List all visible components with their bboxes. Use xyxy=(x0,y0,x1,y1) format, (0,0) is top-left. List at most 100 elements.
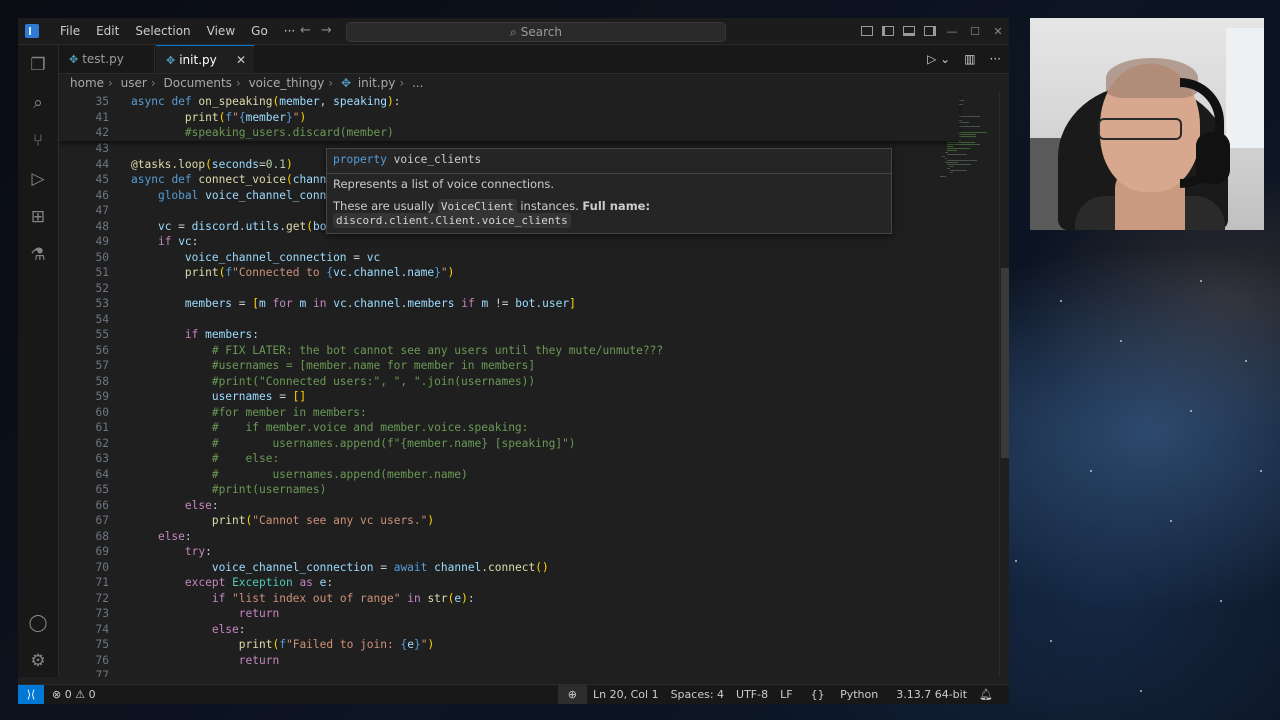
menu-file[interactable]: File xyxy=(52,18,88,44)
code-line[interactable]: 67 print("Cannot see any vc users.") xyxy=(59,513,435,529)
code-line[interactable]: 65 #print(usernames) xyxy=(59,482,327,498)
code-line[interactable]: 77 xyxy=(59,668,131,677)
remote-indicator-icon[interactable]: ⟩⟨ xyxy=(18,685,44,704)
testing-icon[interactable]: ⚗ xyxy=(28,245,48,265)
indentation[interactable]: Spaces: 4 xyxy=(665,685,730,704)
menu-view[interactable]: View xyxy=(199,18,243,44)
code-text: print(f"{member}") xyxy=(184,110,307,124)
maximize-icon[interactable]: ☐ xyxy=(968,25,982,38)
code-line[interactable]: 61 # if member.voice and member.voice.sp… xyxy=(59,420,529,436)
code-line[interactable]: 71 except Exception as e: xyxy=(59,575,334,591)
code-line[interactable]: 70 voice_channel_connection = await chan… xyxy=(59,560,549,576)
minimap-line xyxy=(940,176,946,177)
code-line[interactable]: 46 global voice_channel_connec xyxy=(59,188,340,204)
cursor-position[interactable]: Ln 20, Col 1 xyxy=(587,685,665,704)
code-line[interactable]: 56 # FIX LATER: the bot cannot see any u… xyxy=(59,343,664,359)
breadcrumb-user[interactable]: user xyxy=(121,76,147,90)
zoom-icon[interactable]: ⊕ xyxy=(557,685,588,704)
breadcrumb-symbol[interactable]: ... xyxy=(412,76,423,90)
webcam-window-light xyxy=(1226,28,1264,148)
encoding[interactable]: UTF-8 xyxy=(730,685,774,704)
run-python-file-icon[interactable]: ▷ ⌄ xyxy=(927,52,950,66)
customize-layout-icon[interactable] xyxy=(861,26,873,36)
menu-edit[interactable]: Edit xyxy=(88,18,127,44)
accounts-icon[interactable]: ◯ xyxy=(28,613,48,633)
code-line[interactable]: 57 #usernames = [member.name for member … xyxy=(59,358,536,374)
code-line[interactable]: 74 else: xyxy=(59,622,246,638)
code-line[interactable]: 53 members = [m for m in vc.channel.memb… xyxy=(59,296,576,312)
code-line[interactable]: 76 return xyxy=(59,653,280,669)
extensions-icon[interactable]: ⊞ xyxy=(28,207,48,227)
language-mode[interactable]: {} Python xyxy=(799,685,891,704)
breadcrumb-voice-thingy[interactable]: voice_thingy xyxy=(249,76,325,90)
breadcrumb-file[interactable]: init.py xyxy=(358,76,396,90)
status-bar-right: ⊕ Ln 20, Col 1 Spaces: 4 UTF-8 LF {} Pyt… xyxy=(557,685,999,704)
code-line[interactable]: 41 print(f"{member}") xyxy=(59,110,307,126)
settings-gear-icon[interactable]: ⚙ xyxy=(28,651,48,671)
command-center-search[interactable]: ⌕ Search xyxy=(346,22,726,42)
code-line[interactable]: 72 if "list index out of range" in str(e… xyxy=(59,591,475,607)
code-line[interactable]: 54 xyxy=(59,312,131,328)
tab-init-py[interactable]: ✥ init.py ✕ xyxy=(156,45,254,73)
editor-scrollbar[interactable] xyxy=(999,92,1009,677)
code-line[interactable]: 62 # usernames.append(f"{member.name} [s… xyxy=(59,436,576,452)
code-text: #print("Connected users:", ", ".join(use… xyxy=(211,374,536,388)
code-line[interactable]: 49 if vc: xyxy=(59,234,199,250)
run-debug-icon[interactable]: ▷ xyxy=(28,169,48,189)
line-number: 65 xyxy=(95,483,109,496)
scrollbar-thumb[interactable] xyxy=(1001,268,1009,458)
close-window-icon[interactable]: ✕ xyxy=(991,25,1005,38)
split-editor-icon[interactable]: ▥ xyxy=(964,52,975,66)
end-of-line[interactable]: LF xyxy=(774,685,798,704)
code-line[interactable]: 73 return xyxy=(59,606,280,622)
source-control-icon[interactable]: ⑂ xyxy=(28,131,48,151)
code-line[interactable]: 42 #speaking_users.discard(member) xyxy=(59,125,394,141)
code-line[interactable]: 55 if members: xyxy=(59,327,260,343)
code-text: if members: xyxy=(184,328,260,341)
code-line[interactable]: 60 #for member in members: xyxy=(59,405,367,421)
code-line[interactable]: 35 async def on_speaking(member, speaking… xyxy=(59,94,401,110)
minimize-icon[interactable]: — xyxy=(945,25,959,38)
search-view-icon[interactable]: ⌕ xyxy=(28,93,48,113)
problems-indicator[interactable]: ⊗ 0 ⚠ 0 xyxy=(52,685,96,704)
code-line[interactable]: 68 else: xyxy=(59,529,192,545)
code-text: async def connect_voice(channel xyxy=(131,173,340,186)
minimap-line xyxy=(947,148,970,149)
line-number: 62 xyxy=(95,436,109,450)
close-tab-icon[interactable]: ✕ xyxy=(236,46,246,74)
code-line[interactable]: 75 print(f"Failed to join: {e}") xyxy=(59,637,435,653)
toggle-primary-sidebar-icon[interactable] xyxy=(882,26,894,36)
code-line[interactable]: 51 print(f"Connected to {vc.channel.name… xyxy=(59,265,455,281)
code-line[interactable]: 58 #print("Connected users:", ", ".join(… xyxy=(59,374,536,390)
code-line[interactable]: 44 @tasks.loop(seconds=0.1) xyxy=(59,157,293,173)
line-number: 46 xyxy=(95,188,109,202)
code-line[interactable]: 52 xyxy=(59,281,131,297)
breadcrumb-home[interactable]: home xyxy=(70,76,104,90)
tab-label: test.py xyxy=(82,52,124,66)
back-arrow-icon[interactable]: ← xyxy=(300,18,311,44)
code-line[interactable]: 66 else: xyxy=(59,498,219,514)
code-text: # else: xyxy=(211,452,280,465)
menu-go[interactable]: Go xyxy=(243,18,276,44)
code-text: #for member in members: xyxy=(211,405,367,419)
webcam-glasses xyxy=(1098,118,1182,140)
tab-test-py[interactable]: ✥ test.py xyxy=(59,45,155,73)
notifications-bell-icon[interactable]: 🔔︎ xyxy=(973,685,999,704)
code-line[interactable]: 64 # usernames.append(member.name) xyxy=(59,467,468,483)
code-line[interactable]: 69 try: xyxy=(59,544,212,560)
menu-selection[interactable]: Selection xyxy=(127,18,198,44)
code-line[interactable]: 63 # else: xyxy=(59,451,280,467)
code-line[interactable]: 47 xyxy=(59,203,131,219)
explorer-icon[interactable]: ❐ xyxy=(28,55,48,75)
forward-arrow-icon[interactable]: → xyxy=(321,18,332,44)
code-line[interactable]: 43 xyxy=(59,141,131,157)
more-actions-icon[interactable]: ··· xyxy=(990,52,1001,66)
toggle-panel-icon[interactable] xyxy=(903,26,915,36)
code-text: print(f"Connected to {vc.channel.name}") xyxy=(184,266,455,279)
python-interpreter[interactable]: 3.13.7 64-bit xyxy=(890,685,973,704)
breadcrumb-documents[interactable]: Documents xyxy=(164,76,232,90)
code-line[interactable]: 50 voice_channel_connection = vc xyxy=(59,250,381,266)
toggle-secondary-sidebar-icon[interactable] xyxy=(924,26,936,36)
code-line[interactable]: 59 usernames = [] xyxy=(59,389,307,405)
code-line[interactable]: 45 async def connect_voice(channel xyxy=(59,172,340,188)
